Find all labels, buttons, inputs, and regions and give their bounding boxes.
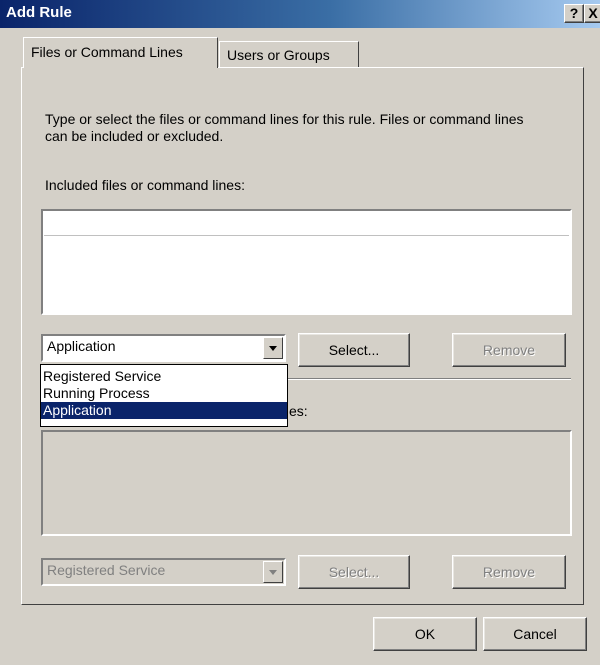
excluded-type-combo: Registered Service [41, 558, 286, 586]
excluded-type-value: Registered Service [47, 562, 166, 578]
chevron-down-icon [263, 561, 283, 583]
ok-button[interactable]: OK [373, 617, 477, 651]
title-bar[interactable]: Add Rule ? X [0, 0, 600, 28]
included-type-combo[interactable]: Application [41, 334, 286, 362]
excluded-remove-button: Remove [452, 555, 566, 589]
chevron-down-icon[interactable] [263, 337, 283, 359]
cancel-button[interactable]: Cancel [483, 617, 587, 651]
add-rule-dialog: Add Rule ? X Files or Command Lines User… [0, 0, 600, 665]
included-label: Included files or command lines: [45, 177, 245, 193]
close-button[interactable]: X [584, 4, 600, 23]
excluded-list [41, 430, 572, 536]
included-list[interactable] [41, 209, 572, 315]
list-item-empty [44, 235, 569, 236]
excluded-select-button: Select... [298, 555, 410, 589]
separator [286, 378, 571, 380]
dropdown-option-application[interactable]: Application [41, 402, 287, 419]
included-type-value: Application [47, 338, 116, 354]
dropdown-option-running-process[interactable]: Running Process [41, 385, 287, 402]
included-remove-button: Remove [452, 333, 566, 367]
excluded-label: es: [289, 403, 308, 419]
tab-files-or-command-lines[interactable]: Files or Command Lines [23, 37, 218, 68]
help-button[interactable]: ? [564, 4, 584, 23]
type-dropdown-list[interactable]: Registered Service Running Process Appli… [40, 364, 288, 427]
dropdown-option-registered-service[interactable]: Registered Service [41, 368, 287, 385]
description-text: Type or select the files or command line… [45, 111, 524, 144]
dialog-title: Add Rule [6, 4, 72, 21]
included-select-button[interactable]: Select... [298, 333, 410, 367]
tab-users-or-groups[interactable]: Users or Groups [219, 41, 359, 68]
